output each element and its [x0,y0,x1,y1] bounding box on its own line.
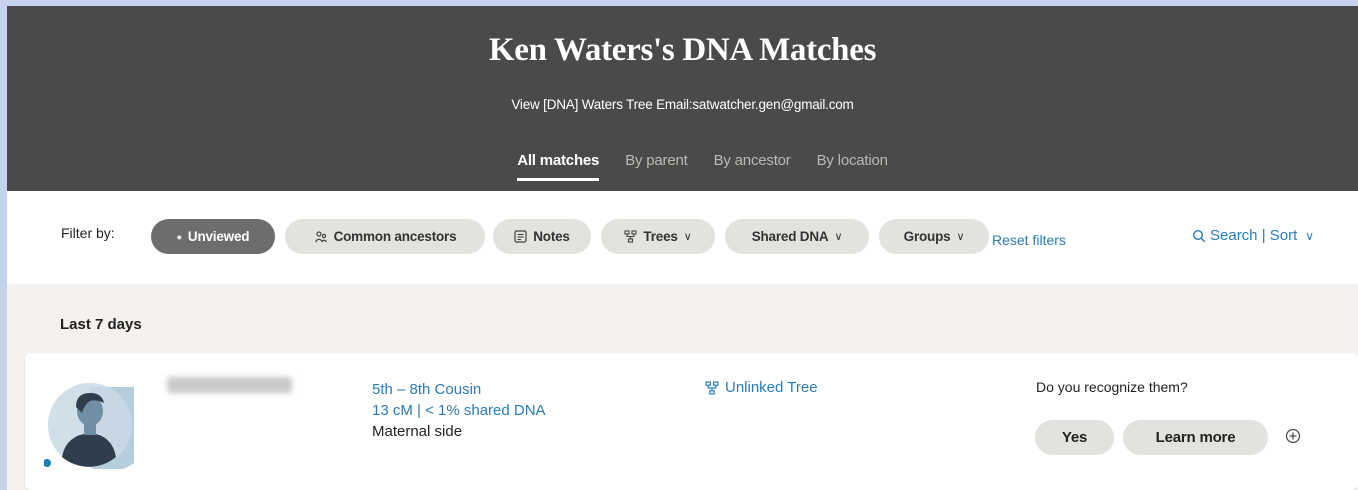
notes-label: Notes [533,229,570,244]
search-sort-button[interactable]: Search | Sort ∨ [1192,227,1314,244]
chevron-down-icon: ∨ [683,231,692,243]
search-sort-label: Search | Sort [1210,227,1298,244]
match-tabs: All matches By parent By ancestor By loc… [7,152,1358,181]
people-icon [314,230,327,242]
reset-filters-link[interactable]: Reset filters [992,232,1066,248]
trees-filter-button[interactable]: Trees ∨ [601,219,715,254]
chevron-down-icon: ∨ [956,231,965,243]
tree-icon [705,380,719,395]
shared-dna-label: Shared DNA [751,229,829,244]
tab-by-ancestor[interactable]: By ancestor [714,152,791,181]
person-avatar-icon [44,383,134,469]
dot-icon: ● [176,231,182,242]
note-icon [514,230,527,243]
relationship-info: 5th – 8th Cousin 13 cM | < 1% shared DNA… [372,379,546,442]
match-card[interactable]: 5th – 8th Cousin 13 cM | < 1% shared DNA… [25,353,1358,490]
unlinked-tree-label: Unlinked Tree [725,379,818,396]
groups-label: Groups [903,229,951,244]
tab-all-matches[interactable]: All matches [517,152,599,181]
shared-dna-filter-button[interactable]: Shared DNA ∨ [725,219,869,254]
relationship-range[interactable]: 5th – 8th Cousin [372,379,546,400]
tree-link-subline[interactable]: View [DNA] Waters Tree Email:satwatcher.… [7,97,1358,112]
yes-button[interactable]: Yes [1035,420,1114,455]
groups-filter-button[interactable]: Groups ∨ [879,219,989,254]
recognize-question: Do you recognize them? [1036,379,1188,395]
parent-side: Maternal side [372,423,463,440]
unviewed-filter-button[interactable]: ● Unviewed [151,219,275,254]
learn-more-button[interactable]: Learn more [1123,420,1268,455]
page-header: Ken Waters's DNA Matches View [DNA] Wate… [7,6,1358,191]
chevron-down-icon: ∨ [834,231,843,243]
plus-circle-icon[interactable] [1283,426,1303,446]
page-title: Ken Waters's DNA Matches [488,32,877,68]
notes-filter-button[interactable]: Notes [493,219,591,254]
common-ancestors-label: Common ancestors [333,229,457,244]
common-ancestors-filter-button[interactable]: Common ancestors [285,219,485,254]
tab-by-parent[interactable]: By parent [625,152,688,181]
filter-bar: Filter by: ● Unviewed Common ancestors N… [7,191,1358,284]
unlinked-tree-link[interactable]: Unlinked Tree [705,379,818,396]
filter-label: Filter by: [61,225,115,241]
chevron-down-icon: ∨ [1305,228,1315,243]
match-name-redacted[interactable] [167,377,292,393]
shared-dna-amount[interactable]: 13 cM | < 1% shared DNA [372,400,546,421]
search-icon [1192,229,1206,242]
app-frame: Ken Waters's DNA Matches View [DNA] Wate… [7,6,1358,490]
unviewed-label: Unviewed [187,229,250,244]
tab-by-location[interactable]: By location [817,152,888,181]
section-heading: Last 7 days [60,316,142,333]
trees-label: Trees [643,229,678,244]
tree-icon [624,230,637,243]
